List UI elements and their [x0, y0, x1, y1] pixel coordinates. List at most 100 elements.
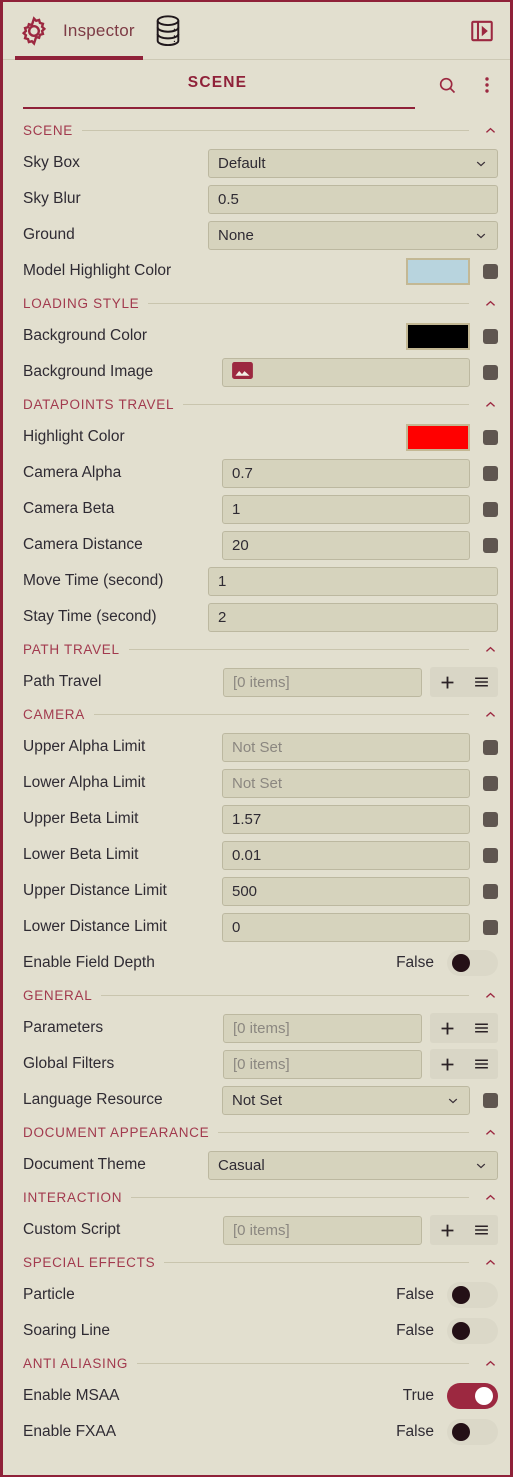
list-menu-icon[interactable]: [464, 1049, 498, 1079]
input-stay-time-second[interactable]: 2: [208, 602, 498, 632]
color-swatch-background-color[interactable]: [406, 322, 470, 350]
input-value: 1: [232, 500, 241, 518]
bind-toggle-button[interactable]: [483, 1092, 498, 1108]
image-picker-background-image[interactable]: [222, 357, 470, 387]
more-vertical-icon[interactable]: [472, 70, 502, 100]
input-sky-blur[interactable]: 0.5: [208, 184, 498, 214]
chevron-up-icon[interactable]: [482, 123, 498, 139]
plus-icon[interactable]: [430, 1215, 464, 1245]
list-menu-icon[interactable]: [464, 667, 498, 697]
section-header-camera: CAMERA: [3, 700, 510, 729]
input-lower-beta-limit[interactable]: 0.01: [222, 840, 470, 870]
bind-toggle-button[interactable]: [483, 537, 498, 553]
plus-icon[interactable]: [430, 1049, 464, 1079]
select-language-resource[interactable]: Not Set: [222, 1085, 470, 1115]
property-row-global-filters: Global Filters [0 items]: [3, 1046, 510, 1082]
chevron-up-icon[interactable]: [482, 642, 498, 658]
section-header-scene: SCENE: [3, 116, 510, 145]
input-value: 0: [232, 918, 241, 936]
list-menu-icon[interactable]: [464, 1013, 498, 1043]
chevron-up-icon[interactable]: [482, 296, 498, 312]
input-lower-distance-limit[interactable]: 0: [222, 912, 470, 942]
section-title-label: CAMERA: [23, 707, 85, 722]
bind-toggle-button[interactable]: [483, 429, 498, 445]
chevron-up-icon[interactable]: [482, 707, 498, 723]
select-value: Casual: [218, 1156, 265, 1174]
property-label: Document Theme: [23, 1156, 146, 1173]
bind-toggle-button[interactable]: [483, 847, 498, 863]
input-value: Not Set: [232, 738, 283, 756]
bind-toggle-button[interactable]: [483, 775, 498, 791]
bind-toggle-button[interactable]: [483, 364, 498, 380]
bind-toggle-button[interactable]: [483, 501, 498, 517]
color-swatch-model-highlight-color[interactable]: [406, 257, 470, 285]
input-move-time-second[interactable]: 1: [208, 566, 498, 596]
bool-value: False: [396, 1423, 434, 1440]
tab-inspector[interactable]: Inspector: [13, 2, 149, 60]
chevron-up-icon[interactable]: [482, 1190, 498, 1206]
property-label: Camera Distance: [23, 536, 143, 553]
property-label: Sky Box: [23, 154, 80, 171]
select-document-theme[interactable]: Casual: [208, 1150, 498, 1180]
chevron-up-icon[interactable]: [482, 1125, 498, 1141]
toggle-particle[interactable]: [447, 1282, 498, 1308]
list-field-parameters[interactable]: [0 items]: [223, 1013, 422, 1043]
section-header-document-appearance: DOCUMENT APPEARANCE: [3, 1118, 510, 1147]
bind-toggle-button[interactable]: [483, 328, 498, 344]
property-label: Sky Blur: [23, 190, 81, 207]
select-sky-box[interactable]: Default: [208, 148, 498, 178]
section-header-loading-style: LOADING STYLE: [3, 289, 510, 318]
input-value: 2: [218, 608, 227, 626]
property-label: Ground: [23, 226, 75, 243]
chevron-up-icon[interactable]: [482, 1255, 498, 1271]
bind-toggle-button[interactable]: [483, 919, 498, 935]
chevron-up-icon[interactable]: [482, 988, 498, 1004]
input-upper-beta-limit[interactable]: 1.57: [222, 804, 470, 834]
list-actions: [430, 1013, 498, 1043]
color-swatch-highlight-color[interactable]: [406, 423, 470, 451]
search-icon[interactable]: [432, 70, 462, 100]
bind-toggle-button[interactable]: [483, 263, 498, 279]
toggle-knob: [452, 1322, 470, 1340]
bind-toggle-button[interactable]: [483, 465, 498, 481]
toggle-enable-fxaa[interactable]: [447, 1419, 498, 1445]
list-field-path-travel[interactable]: [0 items]: [223, 667, 422, 697]
list-field-custom-script[interactable]: [0 items]: [223, 1215, 422, 1245]
toggle-enable-field-depth[interactable]: [447, 950, 498, 976]
section-title-bar: SCENE: [3, 60, 510, 116]
property-row-particle: Particle False: [3, 1277, 510, 1313]
panel-expand-icon[interactable]: [466, 15, 498, 47]
input-camera-beta[interactable]: 1: [222, 494, 470, 524]
chevron-up-icon[interactable]: [482, 397, 498, 413]
bind-toggle-button[interactable]: [483, 811, 498, 827]
input-value: 1: [218, 572, 227, 590]
property-label: Custom Script: [23, 1221, 121, 1238]
property-row-lower-alpha-limit: Lower Alpha Limit Not Set: [3, 765, 510, 801]
input-camera-alpha[interactable]: 0.7: [222, 458, 470, 488]
toggle-soaring-line[interactable]: [447, 1318, 498, 1344]
bind-toggle-button[interactable]: [483, 739, 498, 755]
plus-icon[interactable]: [430, 667, 464, 697]
input-camera-distance[interactable]: 20: [222, 530, 470, 560]
property-row-background-color: Background Color: [3, 318, 510, 354]
list-field-global-filters[interactable]: [0 items]: [223, 1049, 422, 1079]
chevron-down-icon: [474, 1158, 488, 1172]
tab-bar: Inspector: [3, 2, 510, 60]
input-lower-alpha-limit[interactable]: Not Set: [222, 768, 470, 798]
input-upper-alpha-limit[interactable]: Not Set: [222, 732, 470, 762]
input-upper-distance-limit[interactable]: 500: [222, 876, 470, 906]
chevron-down-icon: [474, 228, 488, 242]
property-label: Camera Beta: [23, 500, 115, 517]
plus-icon[interactable]: [430, 1013, 464, 1043]
select-ground[interactable]: None: [208, 220, 498, 250]
chevron-down-icon: [446, 1093, 460, 1107]
toggle-enable-msaa[interactable]: [447, 1383, 498, 1409]
tab-data[interactable]: [149, 2, 197, 60]
property-row-upper-distance-limit: Upper Distance Limit 500: [3, 873, 510, 909]
list-menu-icon[interactable]: [464, 1215, 498, 1245]
toggle-knob: [452, 954, 470, 972]
chevron-up-icon[interactable]: [482, 1356, 498, 1372]
property-label: Stay Time (second): [23, 608, 157, 625]
bind-toggle-button[interactable]: [483, 883, 498, 899]
section-title-label: LOADING STYLE: [23, 296, 140, 311]
